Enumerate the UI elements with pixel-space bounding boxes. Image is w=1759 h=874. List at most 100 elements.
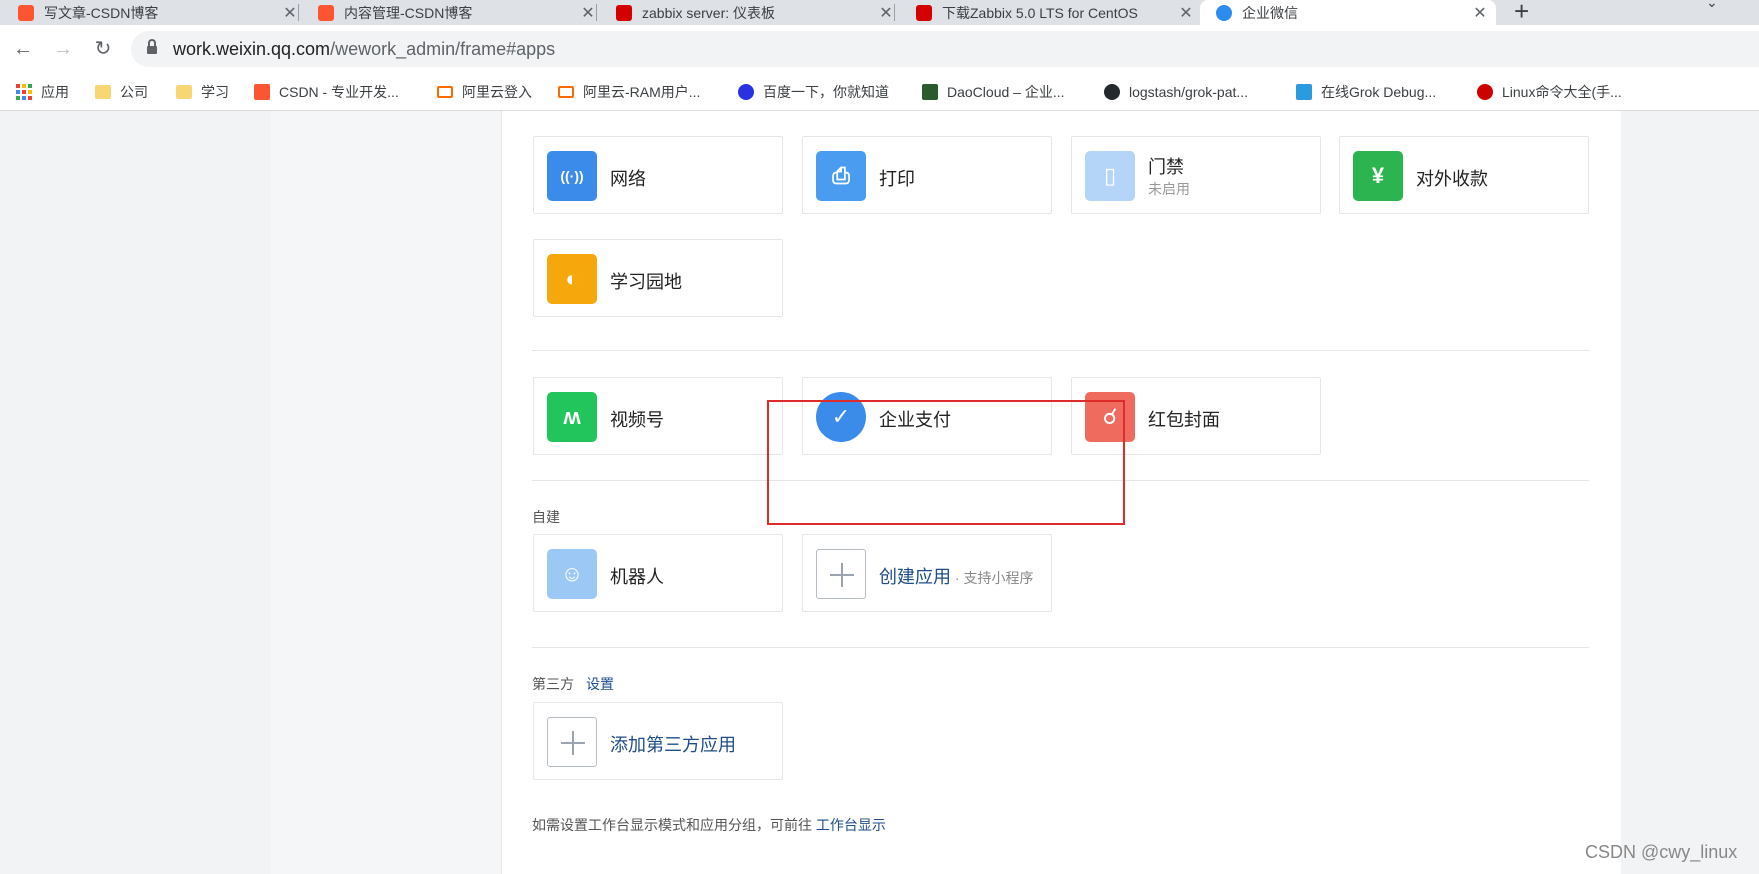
tab-search-chevron-icon[interactable]: ⌄ <box>1706 0 1718 11</box>
tab-separator <box>298 4 299 21</box>
create-app-label: 创建应用 <box>879 567 951 587</box>
app-card-external-payment[interactable]: ¥ 对外收款 <box>1339 136 1589 214</box>
bookmark-label: 阿里云-RAM用户... <box>583 84 701 100</box>
app-card-robot[interactable]: ☺ 机器人 <box>533 534 783 612</box>
app-label: 红包封面 <box>1148 410 1220 430</box>
tab-separator <box>894 4 895 21</box>
bookmark-label: 阿里云登入 <box>462 84 532 100</box>
baidu-icon <box>738 84 754 100</box>
reload-button[interactable]: ↻ <box>89 35 117 63</box>
bookmark-label: 公司 <box>120 84 148 100</box>
plus-icon <box>547 717 597 767</box>
lock-icon[interactable] <box>147 39 157 55</box>
app-label: 网络 <box>610 169 646 189</box>
app-card-channels[interactable]: ʍ 视频号 <box>533 377 783 455</box>
bookmark-label: Linux命令大全(手... <box>1502 84 1622 100</box>
csdn-favicon-icon <box>18 4 34 21</box>
app-label: 机器人 <box>610 567 664 587</box>
folder-icon <box>95 85 111 99</box>
app-label: 对外收款 <box>1416 169 1488 189</box>
tab-title: 写文章-CSDN博客 <box>44 4 159 21</box>
bookmark-aliyun-login[interactable]: 阿里云登入 <box>437 82 532 102</box>
third-party-settings-link[interactable]: 设置 <box>586 676 614 692</box>
bookmark-aliyun-ram[interactable]: 阿里云-RAM用户... <box>558 82 700 102</box>
app-label: 打印 <box>879 169 915 189</box>
zabbix-favicon-icon <box>916 4 932 21</box>
third-party-label: 第三方 <box>532 676 574 692</box>
bookmark-label: logstash/grok-pat... <box>1129 84 1249 100</box>
door-icon: ▯ <box>1085 151 1135 201</box>
bookmark-baidu[interactable]: 百度一下，你就知道 <box>738 82 889 102</box>
bookmark-github-grok[interactable]: logstash/grok-pat... <box>1104 82 1248 102</box>
yuan-shield-icon: ¥ <box>1353 151 1403 201</box>
section-divider <box>532 647 1589 648</box>
new-tab-button[interactable]: + <box>1514 0 1529 27</box>
bookmark-apps[interactable]: 应用 <box>16 82 69 102</box>
address-bar[interactable]: work.weixin.qq.com/wework_admin/frame#ap… <box>131 31 1759 67</box>
app-card-access-control[interactable]: ▯ 门禁 未启用 <box>1071 136 1321 214</box>
tab-title: zabbix server: 仪表板 <box>642 4 776 21</box>
app-status: 未启用 <box>1148 181 1190 197</box>
tab-close-icon[interactable]: ✕ <box>1178 3 1194 23</box>
back-button[interactable]: ← <box>9 35 37 63</box>
tab-write-article[interactable]: 写文章-CSDN博客 ✕ <box>18 0 299 25</box>
tab-title: 内容管理-CSDN博客 <box>344 4 473 21</box>
forward-button[interactable]: → <box>49 35 77 63</box>
bookmark-label: 应用 <box>41 84 69 100</box>
tab-close-icon[interactable]: ✕ <box>878 3 894 23</box>
url-host: work.weixin.qq.com <box>173 39 331 59</box>
browser-toolbar: ← → ↻ work.weixin.qq.com/wework_admin/fr… <box>0 25 1759 73</box>
app-label: 视频号 <box>610 410 664 430</box>
daocloud-icon <box>922 84 938 100</box>
redhat-icon <box>1477 84 1493 100</box>
tab-wework[interactable]: 企业微信 ✕ <box>1200 0 1496 25</box>
tab-content-manage[interactable]: 内容管理-CSDN博客 ✕ <box>318 0 597 25</box>
section-divider <box>532 350 1589 351</box>
app-card-network[interactable]: ((·)) 网络 <box>533 136 783 214</box>
bookmark-study-folder[interactable]: 学习 <box>176 82 229 102</box>
bookmark-grok-debugger[interactable]: 在线Grok Debug... <box>1296 82 1436 102</box>
app-label: 门禁 <box>1148 157 1184 177</box>
zabbix-favicon-icon <box>616 4 632 21</box>
robot-icon: ☺ <box>547 549 597 599</box>
planet-icon: ◐ <box>547 254 597 304</box>
workbench-footnote: 如需设置工作台显示模式和应用分组，可前往 工作台显示 <box>532 815 886 835</box>
bookmark-csdn[interactable]: CSDN - 专业开发... <box>254 82 399 102</box>
tab-separator <box>596 4 597 21</box>
app-card-print[interactable]: ⎙ 打印 <box>802 136 1052 214</box>
app-label: 学习园地 <box>610 272 682 292</box>
bookmark-label: 百度一下，你就知道 <box>763 84 889 100</box>
csdn-favicon-icon <box>318 4 334 21</box>
tab-close-icon[interactable]: ✕ <box>1472 3 1488 23</box>
workbench-display-link[interactable]: 工作台显示 <box>816 817 886 833</box>
section-title-self-built: 自建 <box>532 509 560 525</box>
bookmark-daocloud[interactable]: DaoCloud – 企业... <box>922 82 1065 102</box>
apps-grid-icon <box>16 84 32 100</box>
folder-icon <box>176 85 192 99</box>
bookmark-label: 在线Grok Debug... <box>1321 84 1437 100</box>
section-title-third-party: 第三方 设置 <box>532 674 614 694</box>
printer-icon: ⎙ <box>816 151 866 201</box>
tab-close-icon[interactable]: ✕ <box>282 3 298 23</box>
bookmark-company-folder[interactable]: 公司 <box>95 82 148 102</box>
footnote-text: 如需设置工作台显示模式和应用分组，可前往 <box>532 817 816 833</box>
bookmark-linux-commands[interactable]: Linux命令大全(手... <box>1477 82 1622 102</box>
tab-close-icon[interactable]: ✕ <box>580 3 596 23</box>
create-app-link[interactable]: 创建应用 · 支持小程序 <box>879 563 1033 589</box>
tab-zabbix-dashboard[interactable]: zabbix server: 仪表板 ✕ <box>616 0 895 25</box>
bookmark-label: 学习 <box>201 84 229 100</box>
aliyun-icon <box>558 86 574 98</box>
url-text[interactable]: work.weixin.qq.com/wework_admin/frame#ap… <box>173 39 555 60</box>
create-app-card[interactable]: 创建应用 · 支持小程序 <box>802 534 1052 612</box>
bookmarks-bar: 应用 公司 学习 CSDN - 专业开发... 阿里云登入 阿里云-RAM用户.… <box>0 73 1759 111</box>
add-third-party-app-card[interactable]: 添加第三方应用 <box>533 702 783 780</box>
tab-zabbix-download[interactable]: 下载Zabbix 5.0 LTS for CentOS ✕ <box>916 0 1194 25</box>
github-icon <box>1104 84 1120 100</box>
url-path: /wework_admin/frame#apps <box>330 39 556 59</box>
tab-title: 下载Zabbix 5.0 LTS for CentOS <box>942 4 1138 21</box>
add-third-party-app-label: 添加第三方应用 <box>610 735 736 755</box>
csdn-watermark: CSDN @cwy_linux <box>1585 842 1738 862</box>
app-card-learning[interactable]: ◐ 学习园地 <box>533 239 783 317</box>
wework-favicon-icon <box>1216 4 1232 21</box>
bookmark-label: CSDN - 专业开发... <box>279 84 399 100</box>
